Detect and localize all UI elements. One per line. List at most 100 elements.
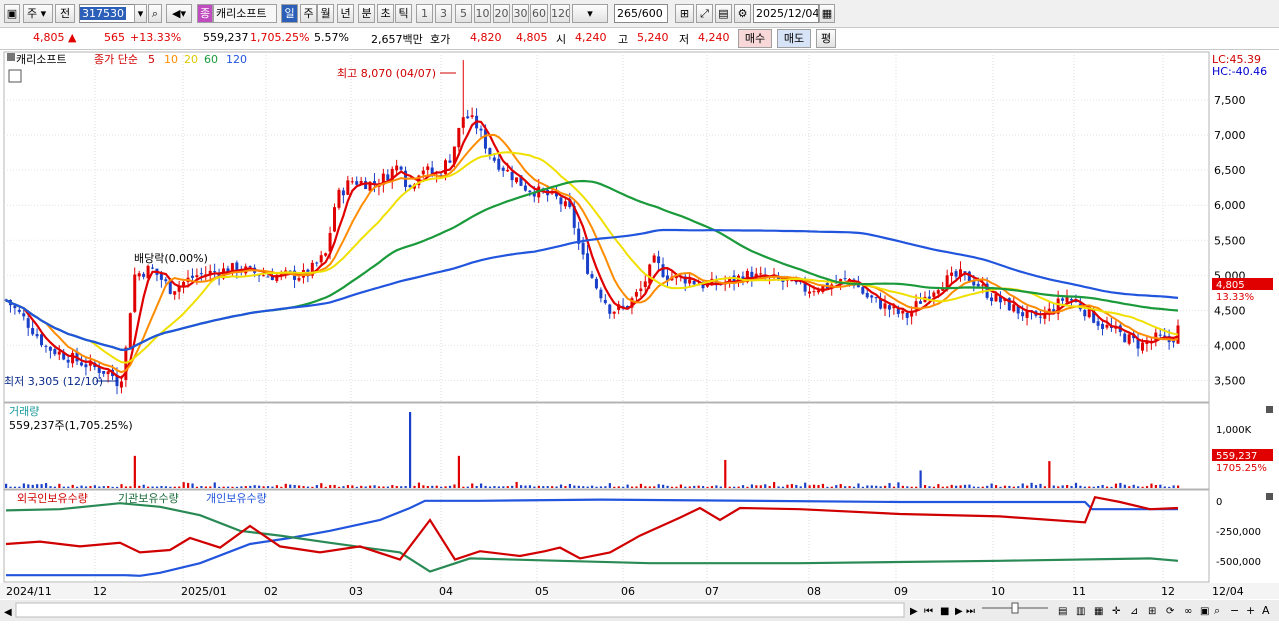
low-annotation: 최저 3,305 (12/10) <box>4 375 103 388</box>
link-icon[interactable]: ∞ <box>1184 606 1192 617</box>
volume-bar <box>324 486 327 488</box>
period-button-2[interactable]: 월 <box>317 4 334 23</box>
x-label: 02 <box>264 585 278 598</box>
refresh-icon[interactable]: ⟳ <box>1166 606 1175 617</box>
volume-bar <box>830 486 833 488</box>
speaker-icon[interactable]: ◀▾ <box>166 4 192 23</box>
volume-bar <box>457 455 461 488</box>
volume-bar <box>266 486 270 488</box>
interval-button-1[interactable]: 1 <box>416 4 433 23</box>
volume-value-label: 559,237주(1,705.25%) <box>9 419 133 432</box>
chart-svg[interactable]: 캐리소프트 종가 단순 5 10 20 60 120 최고 8,070 (04/… <box>0 50 1279 621</box>
prev-button[interactable]: 전 <box>55 4 75 23</box>
candle-body <box>195 275 199 277</box>
font-icon[interactable]: A <box>1262 604 1270 617</box>
ma-120-label: 120 <box>226 53 247 66</box>
period-button-4[interactable]: 분 <box>358 4 375 23</box>
period-button-6[interactable]: 틱 <box>395 4 412 23</box>
measure-icon[interactable]: ⊿ <box>1130 606 1138 617</box>
zoom-in-icon[interactable]: + <box>1246 604 1255 617</box>
pane-menu-icon[interactable] <box>7 53 15 61</box>
candle-body <box>44 345 48 347</box>
play-icon[interactable]: ▶ <box>955 606 963 617</box>
print-icon[interactable]: ▣ <box>1200 606 1209 617</box>
volume-bar <box>759 485 762 488</box>
code-input[interactable]: 317530 <box>79 4 135 23</box>
toolbox-icon-3[interactable]: ▦ <box>1094 606 1103 617</box>
candle-body <box>492 157 496 161</box>
zoom-icon[interactable]: ⌕ <box>1214 604 1220 617</box>
volume-bar <box>89 486 92 488</box>
grid-icon[interactable]: ⊞ <box>1148 606 1156 617</box>
zoom-thumb[interactable] <box>1011 602 1019 614</box>
volume-bar <box>639 483 643 488</box>
volume-bar <box>657 484 660 488</box>
volume-bar <box>1119 482 1122 488</box>
candle-body <box>395 165 399 171</box>
save-icon[interactable]: ▤ <box>715 4 732 23</box>
volume-bar <box>480 483 483 488</box>
interval-button-5[interactable]: 5 <box>455 4 472 23</box>
volume-bar <box>151 486 154 488</box>
interval-button-120[interactable]: 120 <box>550 4 570 23</box>
sell-button[interactable]: 매도 <box>777 29 811 48</box>
candle-body <box>40 334 44 346</box>
indicator-icon[interactable]: ⤢ <box>696 4 713 23</box>
chart-area[interactable]: 캐리소프트 종가 단순 5 10 20 60 120 최고 8,070 (04/… <box>0 50 1279 621</box>
scroll-left-icon[interactable]: ◀ <box>4 607 12 618</box>
interval-button-30[interactable]: 30 <box>512 4 529 23</box>
volume-value: 559,237 <box>203 31 249 44</box>
type-dropdown[interactable]: 주 ▾ <box>23 4 53 23</box>
gear-icon[interactable]: ⚙ <box>734 4 751 23</box>
interval-button-60[interactable]: 60 <box>530 4 548 23</box>
chart-tool-icon[interactable]: ⊞ <box>675 4 694 23</box>
volume-bar <box>204 486 207 488</box>
last-icon[interactable]: ⏭ <box>966 606 975 617</box>
candle-body <box>759 273 763 275</box>
candle-body <box>213 271 217 273</box>
interval-button-3[interactable]: 3 <box>435 4 452 23</box>
volume-bar <box>360 485 363 488</box>
first-icon[interactable]: ⏮ <box>924 606 933 617</box>
volume-bar <box>115 486 119 488</box>
scroll-right-icon[interactable]: ▶ <box>910 606 918 617</box>
crosshair-icon[interactable]: ✛ <box>1112 606 1121 617</box>
candle-body <box>421 170 425 175</box>
window-icon[interactable]: ▣ <box>4 4 20 23</box>
interval-button-20[interactable]: 20 <box>493 4 510 23</box>
volume-bar <box>941 486 944 488</box>
scroll-track[interactable] <box>15 602 905 618</box>
x-label: 08 <box>807 585 821 598</box>
zoom-out-icon[interactable]: − <box>1230 604 1239 617</box>
code-dropdown-icon[interactable]: ▾ <box>134 4 147 23</box>
eval-button[interactable]: 평 <box>816 29 836 48</box>
volume-bar <box>453 484 456 488</box>
date-field[interactable]: 2025/12/04 <box>753 4 819 23</box>
interval-button-10[interactable]: 10 <box>474 4 491 23</box>
buy-button[interactable]: 매수 <box>738 29 772 48</box>
search-icon[interactable]: ⌕ <box>148 4 162 23</box>
grid-toggle-icon[interactable] <box>8 69 22 83</box>
calendar-icon[interactable]: ▦ <box>819 4 835 23</box>
volume-bar <box>946 486 949 488</box>
volume-bar <box>408 412 412 488</box>
interval-dropdown[interactable]: ▾ <box>572 4 608 23</box>
period-button-0[interactable]: 일 <box>281 4 298 23</box>
period-button-3[interactable]: 년 <box>337 4 354 23</box>
candle-body <box>1061 298 1065 301</box>
volume-close-icon[interactable] <box>1266 406 1273 413</box>
period-button-1[interactable]: 주 <box>300 4 317 23</box>
count-field[interactable]: 265/600 <box>614 4 668 23</box>
volume-bar <box>284 483 287 488</box>
volume-tag: 559,237 <box>1216 451 1257 462</box>
toolbox-icon-1[interactable]: ▤ <box>1058 606 1067 617</box>
volume-bar <box>1057 486 1060 488</box>
volume-bar <box>546 486 549 488</box>
stop-icon[interactable]: ■ <box>940 606 949 617</box>
toolbox-icon-2[interactable]: ▥ <box>1076 606 1085 617</box>
volume-bar <box>84 486 88 488</box>
period-button-5[interactable]: 초 <box>377 4 394 23</box>
price-tag: 4,805 <box>1216 280 1245 291</box>
price-change: 565 <box>104 31 125 44</box>
holding-close-icon[interactable] <box>1266 493 1273 500</box>
